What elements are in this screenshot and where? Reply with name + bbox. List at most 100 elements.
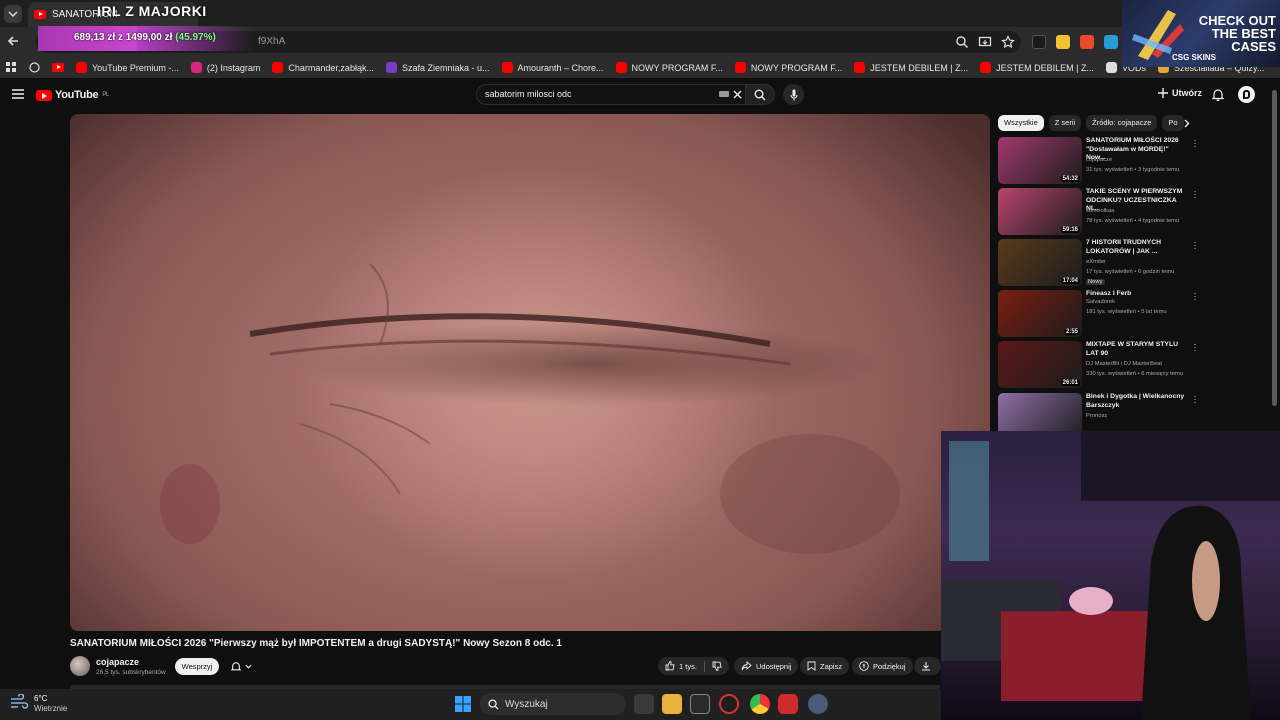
- thumbs-down-icon[interactable]: [712, 661, 722, 671]
- video-player[interactable]: [70, 114, 990, 631]
- share-button[interactable]: Udostępnij: [734, 657, 799, 675]
- search-query: sabatorim milosci odc: [485, 89, 572, 99]
- chrome-browser-icon[interactable]: [750, 694, 770, 714]
- bookmark-item[interactable]: NOWY PROGRAM F...: [729, 57, 848, 78]
- more-options-icon[interactable]: · · ·: [1193, 392, 1197, 407]
- recommendation-channel[interactable]: Salvadorek: [1086, 299, 1115, 305]
- recommendation-channel[interactable]: sureeolkaa: [1086, 208, 1114, 214]
- recommendation-channel[interactable]: eXmiter: [1086, 259, 1106, 265]
- sponsor-ad-banner: CHECK OUT THE BEST CASES CSG SKINS: [1122, 0, 1280, 67]
- bell-icon: [1212, 89, 1224, 101]
- pinned-app-icon[interactable]: [719, 694, 739, 714]
- windows-start-icon[interactable]: [455, 696, 471, 712]
- subscription-bell-button[interactable]: [223, 658, 259, 675]
- bookmark-favicon-icon: [272, 62, 284, 73]
- save-button[interactable]: Zapisz: [800, 657, 850, 675]
- more-options-icon[interactable]: · · ·: [1193, 340, 1197, 355]
- account-avatar[interactable]: [1238, 86, 1255, 103]
- recommendation-channel[interactable]: DJ MasterBit i DJ MasterBeat: [1086, 361, 1162, 367]
- extension-blue-icon[interactable]: [1104, 35, 1118, 49]
- bookmark-extension[interactable]: [23, 57, 46, 78]
- tab-search-button[interactable]: [4, 5, 22, 23]
- back-button[interactable]: [6, 34, 24, 50]
- bookmark-item[interactable]: Amouranth – Chore...: [496, 57, 610, 78]
- bookmark-item[interactable]: JESTEM DEBILEM | Z...: [974, 57, 1100, 78]
- video-thumbnail[interactable]: 2:55: [998, 290, 1082, 337]
- more-options-icon[interactable]: · · ·: [1193, 187, 1197, 202]
- store-icon[interactable]: [690, 694, 710, 714]
- bookmark-item[interactable]: NOWY PROGRAM F...: [610, 57, 729, 78]
- filter-chip[interactable]: Z serii: [1048, 115, 1082, 131]
- sponsor-ad-line-3: CASES: [1231, 39, 1276, 54]
- settings-gear-icon[interactable]: [808, 694, 828, 714]
- bookmark-item[interactable]: YouTube Premium -...: [70, 57, 185, 78]
- like-button[interactable]: 1 tys.: [658, 657, 729, 675]
- pinned-app-red-icon[interactable]: [778, 694, 798, 714]
- youtube-favicon-icon: [34, 10, 46, 19]
- video-thumbnail[interactable]: 26:01: [998, 341, 1082, 388]
- wind-weather-icon[interactable]: [10, 694, 28, 710]
- arrow-left-icon: [7, 36, 18, 46]
- recommendation-meta: 31 tys. wyświetleń • 3 tygodnie temu: [1086, 167, 1180, 173]
- bookmark-item[interactable]: JESTEM DEBILEM | Z...: [848, 57, 974, 78]
- more-options-icon[interactable]: · · ·: [1193, 289, 1197, 304]
- recommendation-channel[interactable]: Pronosz: [1086, 413, 1107, 419]
- video-thumbnail[interactable]: 54:32: [998, 137, 1082, 184]
- sponsor-ad-headline: CHECK OUT THE BEST CASES: [1186, 14, 1276, 53]
- recommendation-item[interactable]: 54:32 SANATORIUM MIŁOŚCI 2026 "Dostawałam…: [998, 136, 1198, 185]
- filter-chip[interactable]: Wszystkie: [998, 115, 1044, 131]
- create-button[interactable]: Utwórz: [1158, 88, 1202, 98]
- zoom-icon[interactable]: [955, 35, 969, 49]
- globe-icon: [29, 62, 40, 73]
- thanks-button[interactable]: Podziękuj: [852, 657, 913, 675]
- task-view-icon[interactable]: [634, 694, 654, 714]
- keyboard-icon[interactable]: [719, 91, 729, 97]
- bookmark-favicon-icon: [76, 62, 87, 73]
- channel-avatar[interactable]: [70, 656, 90, 676]
- filter-chip[interactable]: Po: [1162, 115, 1184, 131]
- bookmark-item[interactable]: Charmander,zabłąk...: [266, 57, 380, 78]
- bookmark-item[interactable]: [46, 57, 70, 78]
- download-button[interactable]: [914, 657, 941, 675]
- file-explorer-icon[interactable]: [662, 694, 682, 714]
- channel-name[interactable]: cojapacze: [96, 657, 139, 667]
- guide-menu-button[interactable]: [12, 89, 24, 99]
- youtube-play-logo-icon: [36, 89, 52, 101]
- notifications-button[interactable]: [1212, 88, 1224, 101]
- video-frame-image: [160, 263, 900, 554]
- clear-search-icon[interactable]: [733, 90, 742, 99]
- donation-current: 689,13 zł: [74, 32, 116, 43]
- more-options-icon[interactable]: · · ·: [1193, 136, 1197, 151]
- recommendation-item[interactable]: 26:01 MIXTAPE W STARYM STYLU LAT 90 DJ Mas…: [998, 340, 1198, 389]
- apps-grid-button[interactable]: [6, 57, 23, 78]
- like-divider: [703, 660, 705, 672]
- video-thumbnail[interactable]: 59:16: [998, 188, 1082, 235]
- voice-search-button[interactable]: [783, 84, 804, 105]
- filter-chip[interactable]: Źródło: cojapacze: [1086, 115, 1158, 131]
- search-input[interactable]: sabatorim milosci odc: [476, 84, 746, 105]
- recommendation-title: 7 HISTORII TRUDNYCH LOKATORÓW | JAK ...: [1086, 239, 1162, 255]
- streamer-webcam-overlay: [941, 431, 1280, 720]
- donation-goal-text: 689,13 zł z 1499,00 zł (45.97%): [74, 32, 216, 43]
- recommendation-channel[interactable]: cojapacze: [1086, 157, 1112, 163]
- page-scrollbar[interactable]: [1272, 90, 1277, 406]
- bookmark-star-icon[interactable]: [1001, 35, 1015, 49]
- bookmark-item[interactable]: (2) Instagram: [185, 57, 267, 78]
- chevron-right-icon[interactable]: [1184, 119, 1190, 128]
- search-button[interactable]: [745, 84, 775, 105]
- extension-red-icon[interactable]: [1080, 35, 1094, 49]
- extension-yellow-icon[interactable]: [1056, 35, 1070, 49]
- taskbar-search[interactable]: Wyszukaj: [480, 693, 626, 715]
- bookmark-favicon-icon: [501, 62, 513, 73]
- bookmark-item[interactable]: Szafa Ziemniaka - u...: [380, 57, 496, 78]
- extension-shield-icon[interactable]: [1032, 35, 1046, 49]
- support-button[interactable]: Wesprzyj: [175, 658, 219, 675]
- more-options-icon[interactable]: · · ·: [1193, 238, 1197, 253]
- video-thumbnail[interactable]: 17:04: [998, 239, 1082, 286]
- recommendation-item[interactable]: 59:16 TAKIE SCENY W PIERWSZYM ODCINKU? UC…: [998, 187, 1198, 236]
- youtube-logo[interactable]: YouTube PL: [36, 89, 109, 101]
- install-app-icon[interactable]: [978, 35, 992, 49]
- recommendation-item[interactable]: 17:04 7 HISTORII TRUDNYCH LOKATORÓW | JAK…: [998, 238, 1198, 287]
- weather-temperature[interactable]: 6°C: [34, 694, 47, 703]
- recommendation-item[interactable]: 2:55 Fineasz I Ferb Salvadorek 181 tys. wyś…: [998, 289, 1198, 338]
